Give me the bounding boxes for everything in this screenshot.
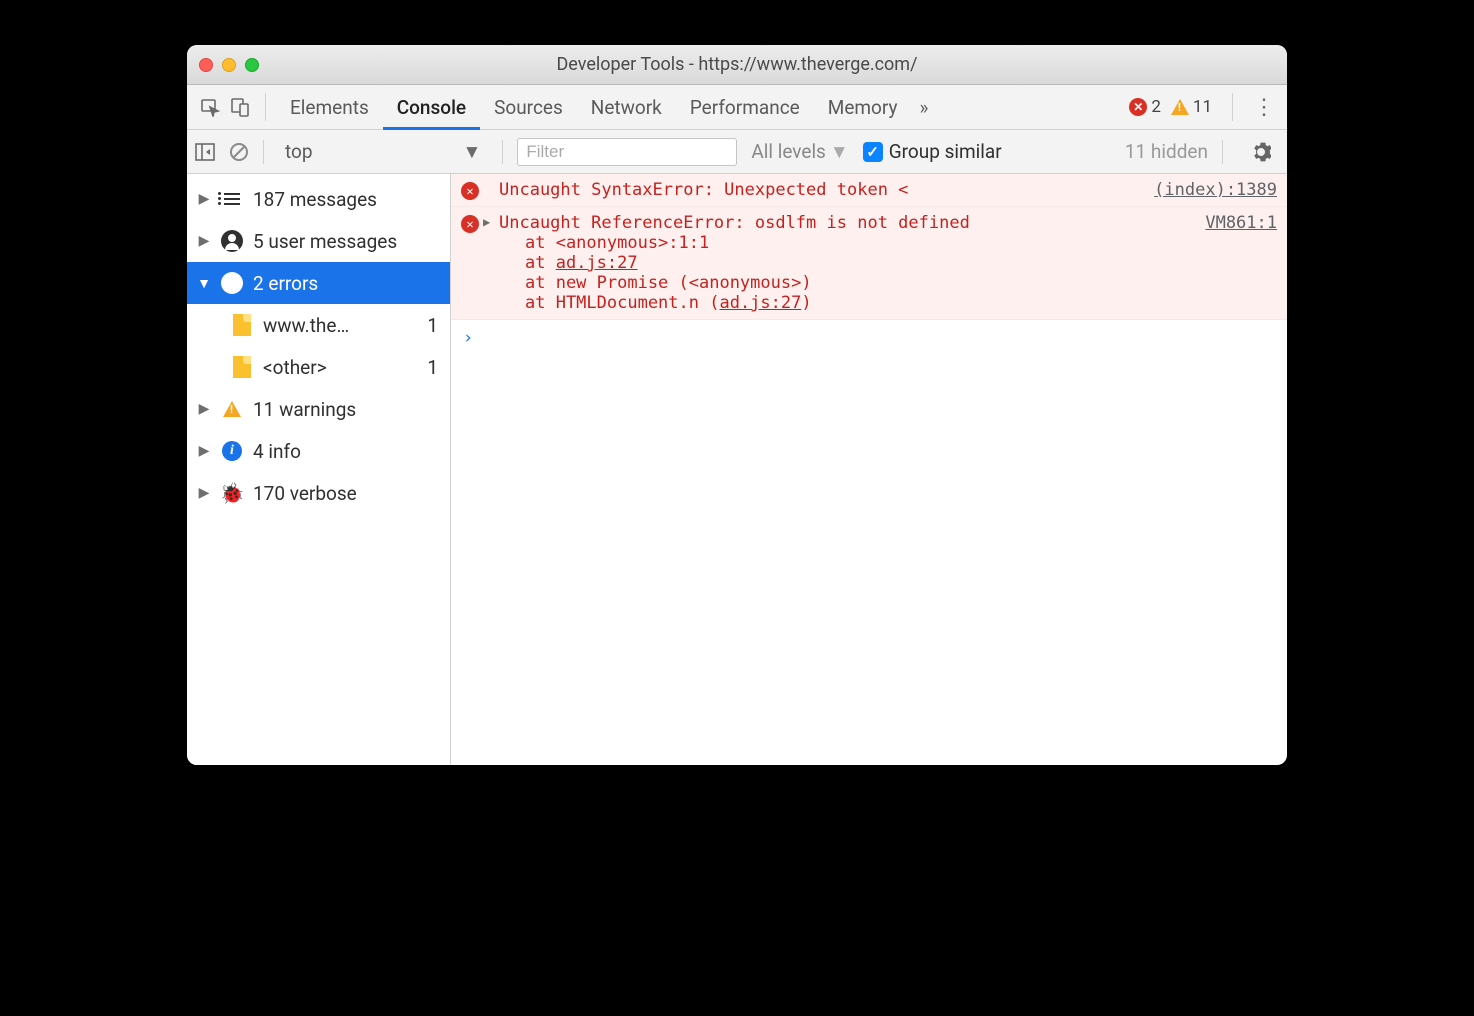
tabs-overflow-button[interactable]: » — [912, 85, 937, 130]
tab-performance[interactable]: Performance — [676, 85, 814, 130]
stack-frame: at <anonymous>:1:1 — [525, 233, 1197, 253]
toggle-sidebar-icon[interactable] — [195, 143, 215, 161]
error-text: Uncaught SyntaxError: Unexpected token < — [499, 180, 1146, 200]
log-levels-dropdown[interactable]: All levels ▼ — [751, 140, 848, 164]
sidebar-item-error-source[interactable]: www.the… 1 — [187, 304, 450, 346]
error-text: Uncaught ReferenceError: osdlfm is not d… — [499, 213, 1197, 233]
sidebar-item-label: 170 verbose — [253, 482, 444, 505]
divider — [1232, 93, 1233, 121]
more-menu-button[interactable]: ⋮ — [1253, 95, 1273, 120]
expand-arrow-icon: ▶ — [197, 401, 211, 417]
console-prompt[interactable]: › — [451, 320, 1287, 356]
file-icon — [231, 356, 253, 378]
sidebar-item-label: 5 user messages — [253, 230, 444, 253]
list-icon — [221, 193, 243, 205]
expand-arrow-icon[interactable]: ▶ — [483, 215, 490, 313]
stack-trace: at <anonymous>:1:1 at ad.js:27 at new Pr… — [499, 233, 1197, 313]
sidebar-item-error-source[interactable]: <other> 1 — [187, 346, 450, 388]
error-icon: ✕ — [461, 182, 479, 200]
warning-count: 11 — [1193, 97, 1212, 117]
sidebar-item-verbose[interactable]: ▶ 🐞 170 verbose — [187, 472, 450, 514]
title-bar: Developer Tools - https://www.theverge.c… — [187, 45, 1287, 85]
console-output: ✕ Uncaught SyntaxError: Unexpected token… — [451, 174, 1287, 765]
levels-label: All levels — [751, 140, 826, 163]
warning-icon — [221, 401, 243, 417]
tab-sources[interactable]: Sources — [480, 85, 577, 130]
console-settings-icon[interactable] — [1251, 142, 1271, 162]
warning-count-badge[interactable]: 11 — [1171, 97, 1212, 117]
divider — [263, 140, 264, 164]
file-icon — [231, 314, 253, 336]
sidebar-item-label: 187 messages — [253, 188, 444, 211]
divider — [1222, 140, 1223, 164]
clear-console-icon[interactable] — [229, 142, 249, 162]
context-value: top — [285, 140, 313, 163]
error-count-badge[interactable]: ✕ 2 — [1129, 97, 1161, 117]
error-icon: ✕ — [461, 215, 479, 233]
source-link[interactable]: ad.js:27 — [719, 293, 801, 313]
console-error-row[interactable]: ✕ ▶ Uncaught ReferenceError: osdlfm is n… — [451, 207, 1287, 320]
sidebar-item-info[interactable]: ▶ i 4 info — [187, 430, 450, 472]
divider — [502, 140, 503, 164]
console-toolbar: top ▼ All levels ▼ ✓ Group similar 11 hi… — [187, 130, 1287, 174]
stack-frame: at new Promise (<anonymous>) — [525, 273, 1197, 293]
console-main: ▶ 187 messages ▶ 5 user messages ▼ ✕ 2 e… — [187, 174, 1287, 765]
stack-frame: at HTMLDocument.n (ad.js:27) — [525, 293, 1197, 313]
expand-arrow-icon: ▶ — [197, 485, 211, 501]
sidebar-item-label: 4 info — [253, 440, 444, 463]
filter-input[interactable] — [517, 138, 737, 166]
devtools-window: Developer Tools - https://www.theverge.c… — [187, 45, 1287, 765]
window-title: Developer Tools - https://www.theverge.c… — [187, 54, 1287, 75]
tab-network[interactable]: Network — [577, 85, 676, 130]
chevron-down-icon: ▼ — [463, 140, 482, 164]
error-source-link[interactable]: (index):1389 — [1146, 180, 1277, 200]
expand-arrow-icon: ▶ — [197, 443, 211, 459]
group-similar-toggle[interactable]: ✓ Group similar — [863, 140, 1002, 163]
tab-elements[interactable]: Elements — [276, 85, 383, 130]
sidebar-item-errors[interactable]: ▼ ✕ 2 errors — [187, 262, 450, 304]
error-icon: ✕ — [1129, 98, 1147, 116]
tab-console[interactable]: Console — [383, 85, 480, 130]
warning-icon — [1171, 99, 1189, 115]
inspect-element-icon[interactable] — [195, 97, 225, 117]
checkbox-checked-icon: ✓ — [863, 142, 883, 162]
sidebar-item-label: www.the… — [263, 314, 417, 337]
info-icon: i — [221, 441, 243, 461]
console-error-row[interactable]: ✕ Uncaught SyntaxError: Unexpected token… — [451, 174, 1287, 207]
divider — [265, 93, 266, 121]
hidden-count[interactable]: 11 hidden — [1125, 140, 1208, 163]
expand-arrow-icon: ▼ — [197, 275, 211, 292]
group-label: Group similar — [889, 140, 1002, 163]
user-icon — [221, 230, 243, 252]
devtools-tabs: Elements Console Sources Network Perform… — [187, 85, 1287, 130]
device-toggle-icon[interactable] — [225, 97, 255, 117]
sidebar-item-messages[interactable]: ▶ 187 messages — [187, 178, 450, 220]
source-link[interactable]: ad.js:27 — [556, 253, 638, 273]
sidebar-item-count: 1 — [427, 356, 444, 379]
sidebar-item-warnings[interactable]: ▶ 11 warnings — [187, 388, 450, 430]
console-sidebar: ▶ 187 messages ▶ 5 user messages ▼ ✕ 2 e… — [187, 174, 451, 765]
sidebar-item-user-messages[interactable]: ▶ 5 user messages — [187, 220, 450, 262]
context-selector[interactable]: top ▼ — [278, 139, 488, 165]
error-count: 2 — [1151, 97, 1161, 117]
expand-arrow-icon: ▶ — [197, 233, 211, 249]
sidebar-item-label: <other> — [263, 356, 417, 379]
error-source-link[interactable]: VM861:1 — [1197, 213, 1277, 313]
stack-frame: at ad.js:27 — [525, 253, 1197, 273]
error-icon: ✕ — [221, 272, 243, 294]
bug-icon: 🐞 — [221, 481, 243, 505]
sidebar-item-label: 2 errors — [253, 272, 444, 295]
chevron-down-icon: ▼ — [830, 140, 849, 164]
tab-memory[interactable]: Memory — [814, 85, 912, 130]
sidebar-item-label: 11 warnings — [253, 398, 444, 421]
sidebar-item-count: 1 — [427, 314, 444, 337]
expand-arrow-icon: ▶ — [197, 191, 211, 207]
